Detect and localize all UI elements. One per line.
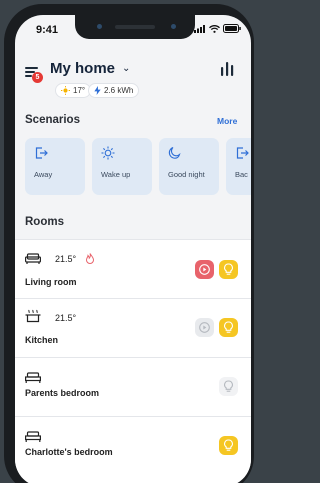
room-kitchen[interactable]: 21.5° Kitchen <box>15 298 251 357</box>
menu-button[interactable]: 5 <box>23 63 45 85</box>
scenarios-title: Scenarios <box>25 114 80 126</box>
flame-icon <box>86 253 94 264</box>
bar-chart-icon[interactable] <box>220 61 234 77</box>
scenario-back[interactable]: Bac <box>226 138 251 195</box>
sensor-dot <box>171 24 176 29</box>
light-button[interactable] <box>219 377 238 396</box>
room-name: Kitchen <box>25 335 59 345</box>
scenario-away[interactable]: Away <box>25 138 85 195</box>
home-title[interactable]: My home <box>50 60 115 77</box>
light-button[interactable] <box>219 318 238 337</box>
room-name: Living room <box>25 277 77 287</box>
cooking-pot-icon <box>25 309 41 323</box>
status-bar: 9:41 <box>15 15 251 45</box>
media-device-button[interactable] <box>195 260 214 279</box>
room-name: Parents bedroom <box>25 388 100 398</box>
rooms-title: Rooms <box>25 216 64 228</box>
camera-dot <box>97 24 102 29</box>
scenario-label: Good night <box>168 170 205 179</box>
signal-icon <box>194 24 205 33</box>
door-exit-icon <box>35 147 48 159</box>
menu-icon <box>25 67 38 69</box>
scenario-label: Wake up <box>101 170 131 179</box>
speaker-play-icon <box>199 264 210 275</box>
room-temperature: 21.5° <box>55 254 77 264</box>
more-link[interactable]: More <box>217 116 237 126</box>
weather-pill[interactable]: 17° <box>55 83 92 98</box>
menu-icon-line <box>25 75 32 77</box>
rooms-list: 21.5° Living room 21.5° Kitchen Parents … <box>15 239 251 483</box>
camera-notch <box>75 15 195 39</box>
bed-icon <box>25 372 41 383</box>
lightning-icon <box>94 86 101 95</box>
bed-icon <box>25 431 41 442</box>
chevron-down-icon[interactable]: ⌄ <box>122 63 130 74</box>
room-parents-bedroom[interactable]: Parents bedroom <box>15 357 251 416</box>
system-icons <box>194 24 241 33</box>
sun-icon <box>61 86 70 95</box>
energy-pill[interactable]: 2.6 kWh <box>88 83 140 98</box>
room-name: Charlotte's bedroom <box>25 447 113 457</box>
door-exit-icon <box>236 147 249 159</box>
battery-icon <box>223 24 241 33</box>
lightbulb-icon <box>224 321 233 333</box>
phone-frame: 9:41 5 My home ⌄ 17° 2.6 kWh Scenarios M… <box>4 4 254 483</box>
sun-icon <box>101 146 115 160</box>
wifi-icon <box>209 24 220 33</box>
energy-value: 2.6 kWh <box>104 86 134 95</box>
status-time: 9:41 <box>36 24 59 36</box>
moon-icon <box>168 146 181 159</box>
light-button[interactable] <box>219 436 238 455</box>
room-living-room[interactable]: 21.5° Living room <box>15 239 251 298</box>
lightbulb-icon <box>224 380 233 392</box>
room-temperature: 21.5° <box>55 313 77 323</box>
light-button[interactable] <box>219 260 238 279</box>
scenario-wake-up[interactable]: Wake up <box>92 138 152 195</box>
scenario-label: Bac <box>235 170 248 179</box>
room-charlottes-bedroom[interactable]: Charlotte's bedroom <box>15 416 251 475</box>
notification-badge: 5 <box>32 72 43 83</box>
lightbulb-icon <box>224 263 233 275</box>
scenario-label: Away <box>34 170 53 179</box>
speaker-grille <box>115 25 155 29</box>
scenario-good-night[interactable]: Good night <box>159 138 219 195</box>
speaker-play-icon <box>199 322 210 333</box>
weather-temp: 17° <box>73 86 86 95</box>
media-device-button[interactable] <box>195 318 214 337</box>
sofa-icon <box>25 253 41 264</box>
lightbulb-icon <box>224 439 233 451</box>
app-screen: 9:41 5 My home ⌄ 17° 2.6 kWh Scenarios M… <box>15 15 251 483</box>
